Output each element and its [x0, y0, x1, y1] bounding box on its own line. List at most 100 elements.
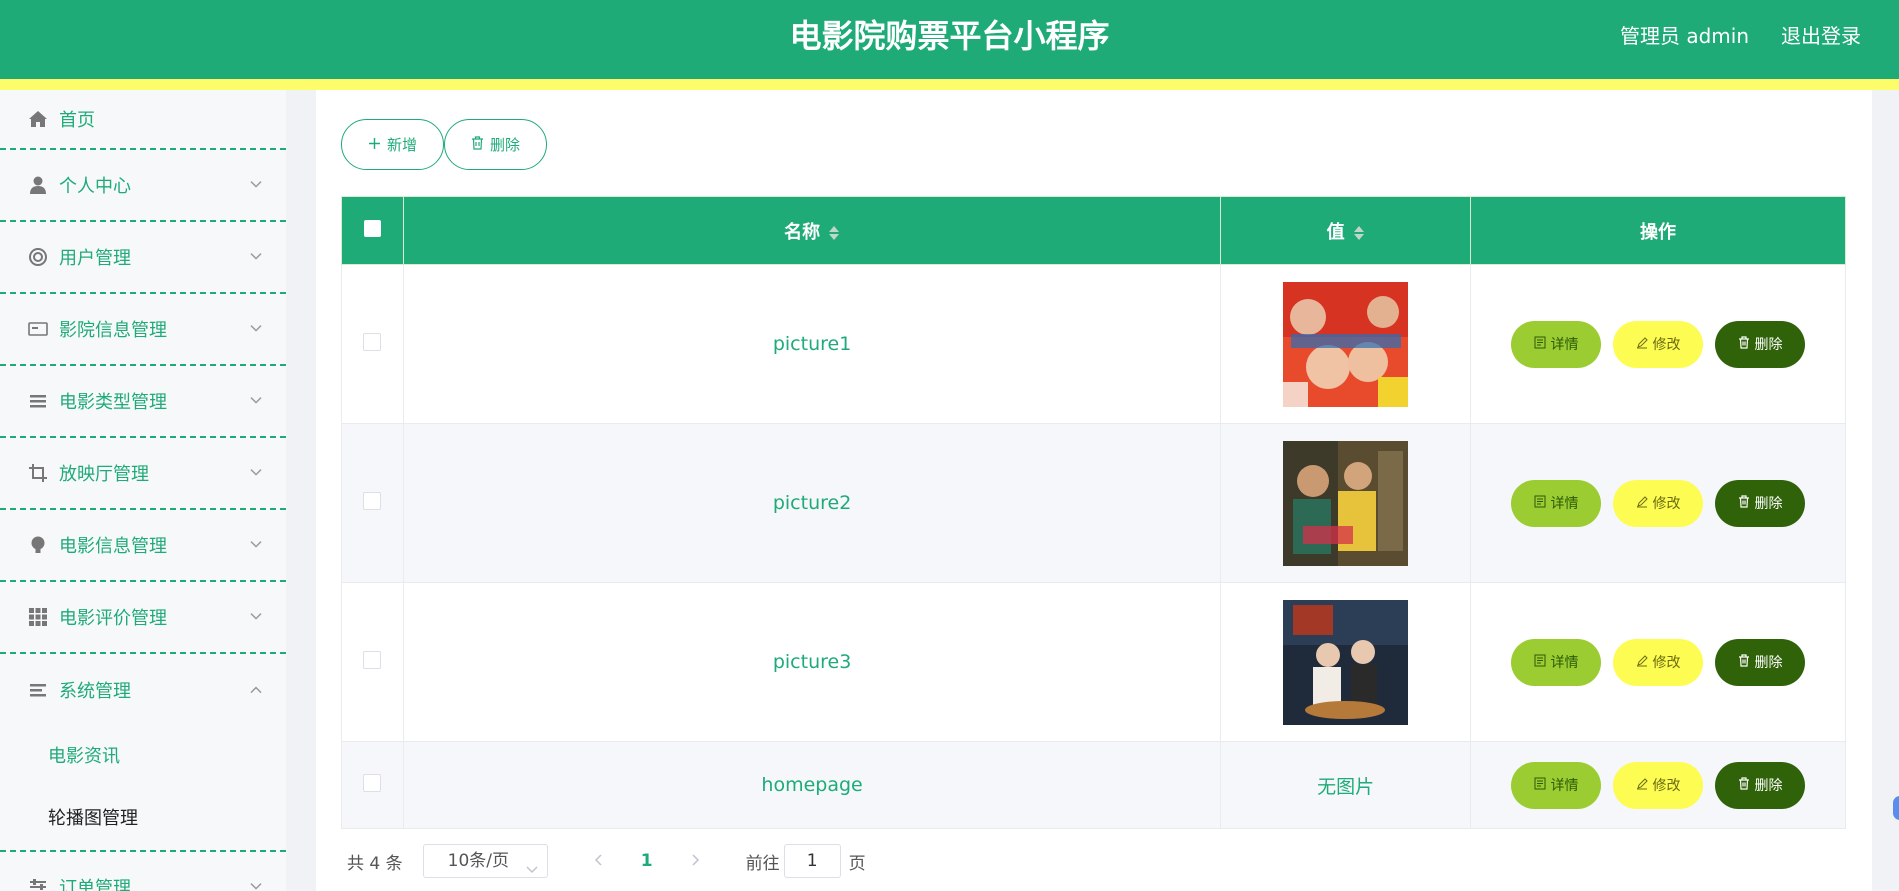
sidebar-item-label: 用户管理 — [59, 248, 131, 269]
row-delete-button[interactable]: 删除 — [1715, 638, 1806, 686]
page-number-current[interactable]: 1 — [632, 851, 662, 871]
row-checkbox[interactable] — [363, 773, 382, 792]
prev-page-button[interactable] — [583, 851, 613, 871]
submenu-item-carousel[interactable]: 轮播图管理 — [0, 788, 286, 850]
total-count: 共 4 条 — [347, 853, 403, 874]
sidebar-item-profile[interactable]: 个人中心 — [0, 150, 286, 222]
goto-label: 前往 — [745, 853, 780, 874]
detail-button[interactable]: 详情 — [1511, 638, 1602, 686]
pagination: 共 4 条 10条/页 1 前往 1 页 — [347, 843, 866, 879]
sidebar-item-label: 订单管理 — [59, 878, 131, 891]
add-button[interactable]: 新增 — [341, 119, 444, 170]
row-checkbox[interactable] — [363, 491, 382, 510]
document-icon — [1534, 777, 1546, 794]
chevron-down-icon — [250, 606, 262, 625]
logout-button[interactable]: 退出登录 — [1781, 0, 1861, 72]
sidebar-item-movie-info[interactable]: 电影信息管理 — [0, 510, 286, 582]
edit-button[interactable]: 修改 — [1613, 638, 1704, 686]
sidebar-item-label: 个人中心 — [59, 176, 131, 197]
row-delete-button[interactable]: 删除 — [1715, 479, 1806, 527]
chevron-down-icon — [250, 246, 262, 265]
user-icon — [27, 174, 49, 196]
chevron-down-icon — [526, 853, 538, 885]
edit-button[interactable]: 修改 — [1613, 479, 1704, 527]
page-size-select[interactable]: 10条/页 — [422, 844, 548, 878]
goto-page-input[interactable]: 1 — [783, 844, 841, 878]
chevron-up-icon — [250, 679, 262, 698]
sort-icon[interactable] — [1353, 224, 1365, 242]
sidebar-item-movie-reviews[interactable]: 电影评价管理 — [0, 582, 286, 654]
cell-name: picture1 — [402, 264, 1222, 424]
chevron-down-icon — [250, 876, 262, 891]
row-checkbox[interactable] — [363, 332, 382, 351]
trash-icon — [1738, 494, 1750, 512]
sidebar-item-movie-types[interactable]: 电影类型管理 — [0, 366, 286, 438]
floating-button[interactable] — [1893, 796, 1899, 820]
next-page-button[interactable] — [681, 851, 711, 871]
row-checkbox[interactable] — [363, 650, 382, 669]
sidebar-item-orders[interactable]: 订单管理 — [0, 852, 286, 891]
data-table: 名称 值 操作 picture1 详情 修改 删除 picture2 详情 修改… — [341, 196, 1846, 829]
cell-value — [1220, 423, 1472, 583]
detail-button[interactable]: 详情 — [1511, 761, 1602, 809]
column-header-name[interactable]: 名称 — [402, 196, 1222, 265]
sidebar-item-home[interactable]: 首页 — [0, 90, 286, 150]
table-row: homepage 无图片 详情 修改 删除 — [341, 741, 1846, 829]
sidebar-item-halls[interactable]: 放映厅管理 — [0, 438, 286, 510]
document-icon — [1534, 654, 1546, 671]
submenu-item-movie-news[interactable]: 电影资讯 — [0, 726, 286, 788]
chevron-down-icon — [250, 534, 262, 553]
table-header-row: 名称 值 操作 — [341, 196, 1846, 265]
home-icon — [27, 108, 49, 130]
cell-name: picture3 — [402, 582, 1222, 742]
pencil-icon — [1636, 336, 1648, 353]
edit-button[interactable]: 修改 — [1613, 320, 1704, 368]
sort-icon[interactable] — [828, 224, 840, 242]
detail-button[interactable]: 详情 — [1511, 320, 1602, 368]
cell-name: picture2 — [402, 423, 1222, 583]
current-user: 管理员 admin — [1619, 24, 1749, 48]
poster-thumbnail[interactable] — [1283, 599, 1409, 725]
delete-button[interactable]: 删除 — [444, 119, 547, 170]
table-row: picture1 详情 修改 删除 — [341, 264, 1846, 424]
pencil-icon — [1636, 495, 1648, 512]
row-delete-button[interactable]: 删除 — [1715, 320, 1806, 368]
bulb-icon — [27, 534, 49, 556]
list-icon — [27, 390, 49, 412]
cell-value: 无图片 — [1220, 741, 1472, 829]
trash-icon — [1738, 776, 1750, 794]
sidebar-item-system[interactable]: 系统管理 — [0, 654, 286, 726]
add-button-label: 新增 — [386, 136, 417, 154]
chevron-down-icon — [250, 318, 262, 337]
cell-value — [1220, 264, 1472, 424]
top-header: 电影院购票平台小程序 管理员 admin 退出登录 — [0, 0, 1899, 79]
detail-button[interactable]: 详情 — [1511, 479, 1602, 527]
sidebar-item-cinema-info[interactable]: 影院信息管理 — [0, 294, 286, 366]
edit-button[interactable]: 修改 — [1613, 761, 1704, 809]
document-icon — [1534, 336, 1546, 353]
sidebar-item-label: 电影信息管理 — [59, 536, 167, 557]
sidebar-item-label: 电影评价管理 — [59, 608, 167, 629]
trash-icon — [1738, 653, 1750, 671]
sidebar-item-users[interactable]: 用户管理 — [0, 222, 286, 294]
chevron-down-icon — [250, 390, 262, 409]
sidebar-item-label: 电影类型管理 — [59, 392, 167, 413]
app-title: 电影院购票平台小程序 — [789, 17, 1110, 55]
column-header-value[interactable]: 值 — [1220, 196, 1472, 265]
chevron-down-icon — [250, 462, 262, 481]
header-accent-bar — [0, 79, 1899, 90]
cell-name: homepage — [402, 741, 1222, 829]
sidebar-item-label: 放映厅管理 — [59, 464, 149, 485]
select-all-checkbox[interactable] — [363, 219, 381, 237]
cell-value — [1220, 582, 1472, 742]
poster-thumbnail[interactable] — [1283, 440, 1409, 566]
poster-thumbnail[interactable] — [1283, 281, 1409, 407]
trash-icon — [1738, 335, 1750, 353]
crop-icon — [27, 462, 49, 484]
sidebar-item-label: 系统管理 — [59, 681, 131, 702]
document-icon — [1534, 495, 1546, 512]
table-row: picture2 详情 修改 删除 — [341, 423, 1846, 583]
row-delete-button[interactable]: 删除 — [1715, 761, 1806, 809]
select-all-cell — [341, 196, 404, 265]
system-submenu: 电影资讯 轮播图管理 — [0, 726, 286, 852]
